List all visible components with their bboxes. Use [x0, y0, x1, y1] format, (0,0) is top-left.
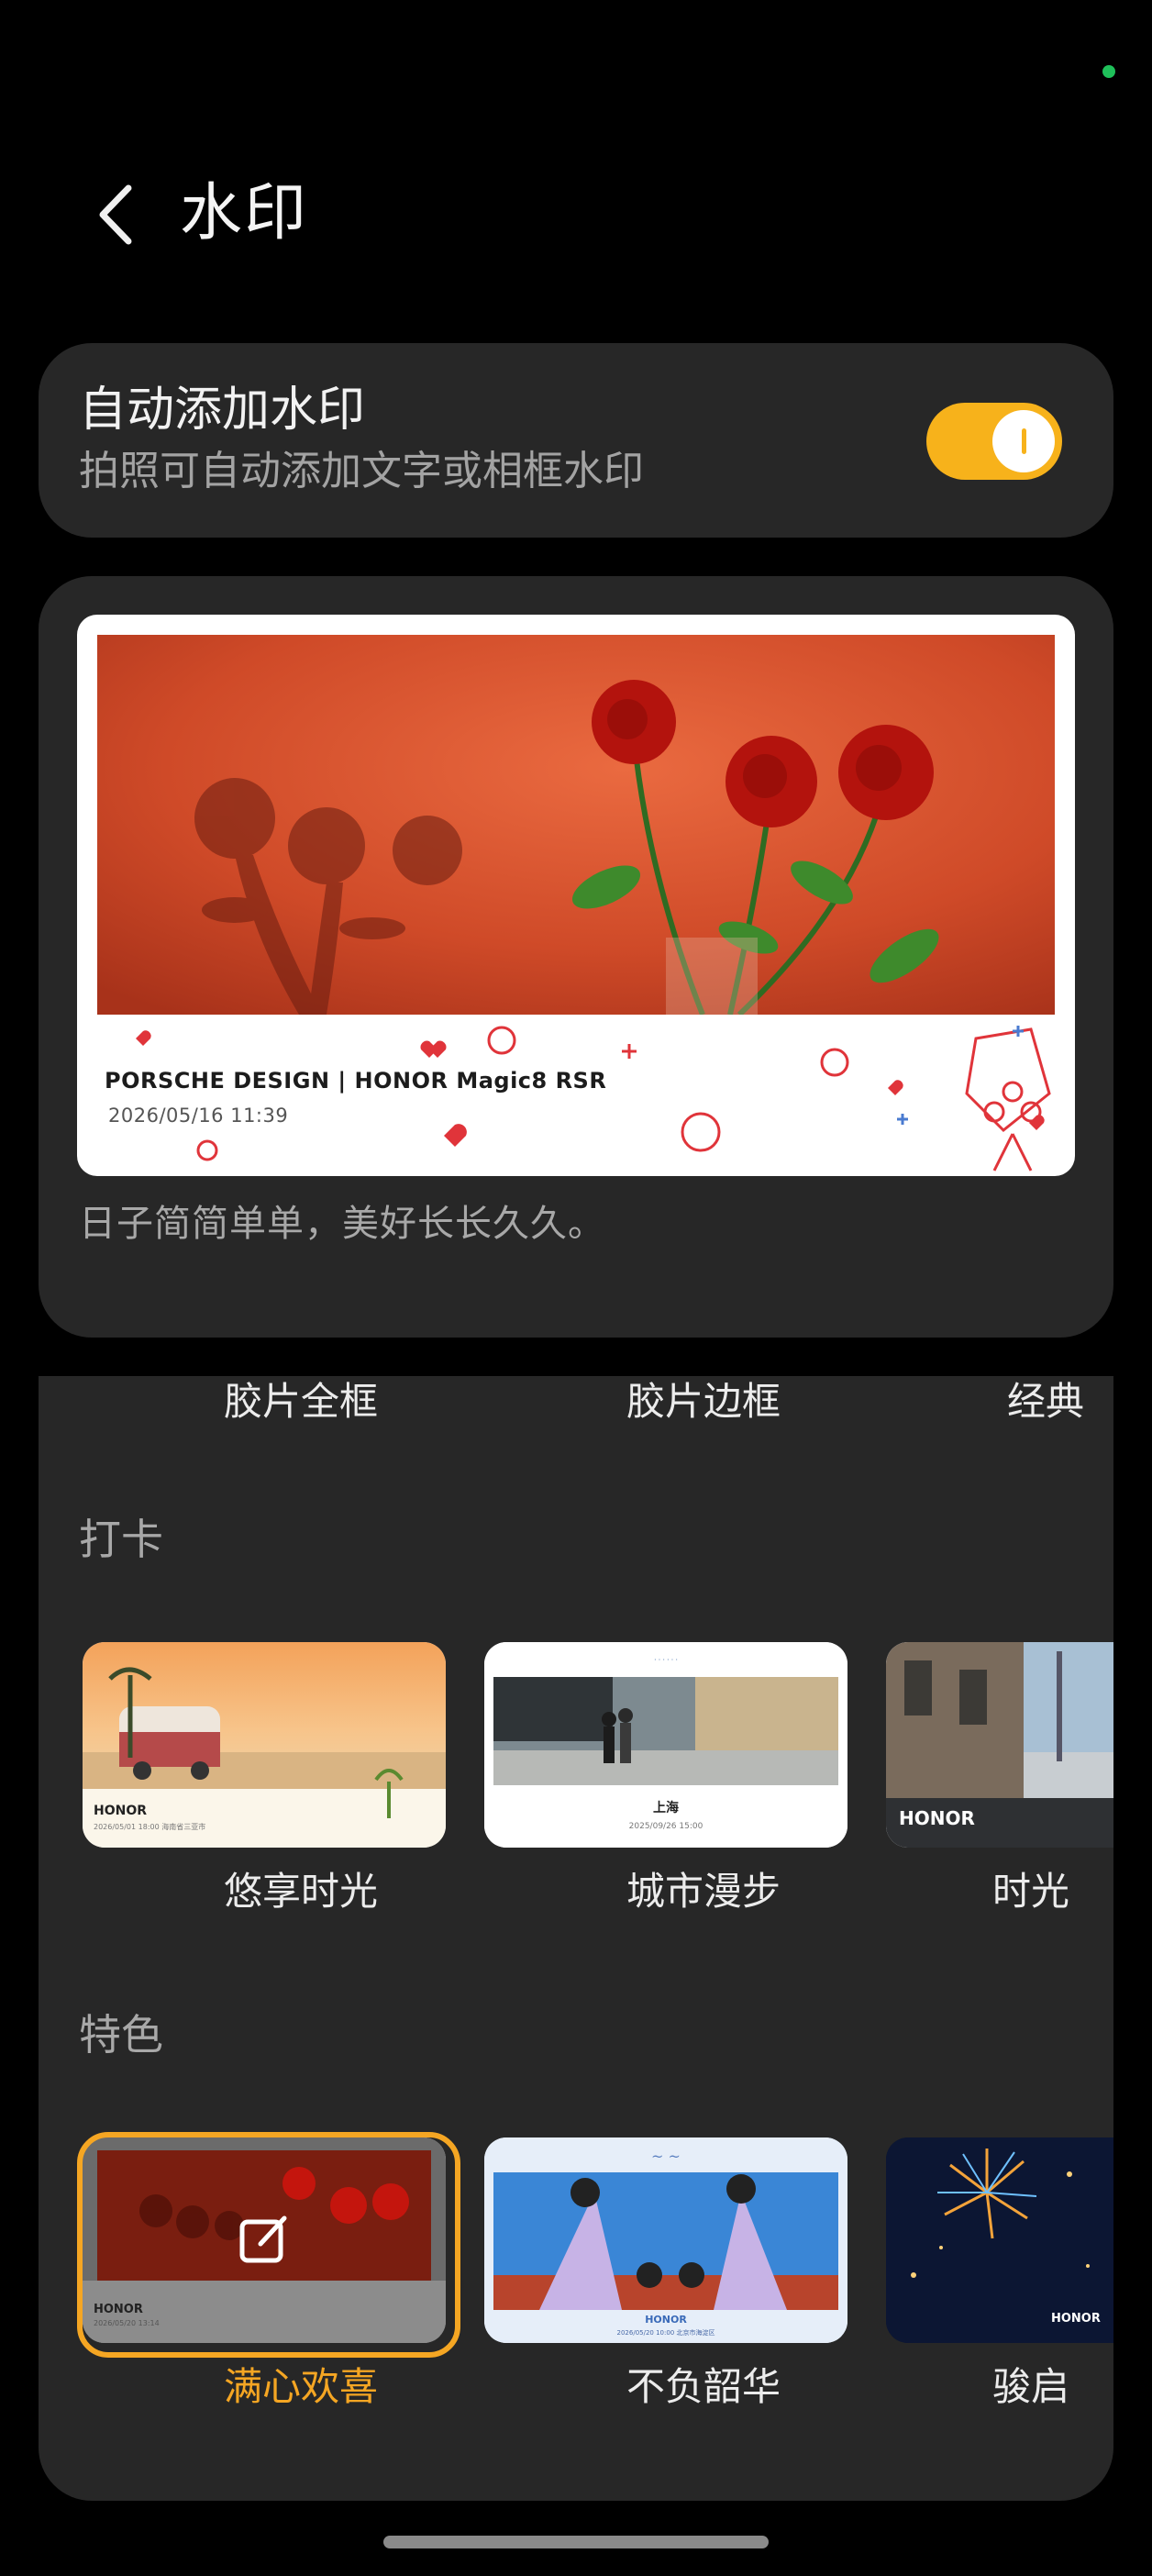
section-title-featured: 特色: [79, 2010, 163, 2060]
style-label-film-full-frame[interactable]: 胶片全框: [117, 1376, 484, 1427]
thumb-brand: HONOR: [1051, 2312, 1101, 2326]
city-photo: · · · · · ·: [484, 1642, 847, 1848]
style-label-leisure-time[interactable]: 悠享时光: [117, 1866, 484, 1917]
back-button[interactable]: [84, 176, 145, 253]
style-label-classic[interactable]: 经典: [846, 1376, 1084, 1427]
thumb-meta: 2026/05/20 13:14: [94, 2319, 160, 2327]
watermark-doodles: [136, 1026, 1051, 1171]
chevron-left-icon: [99, 184, 132, 245]
home-indicator[interactable]: [383, 2536, 769, 2548]
thumb-brand: 上海: [653, 1801, 679, 1815]
section-title-checkin: 打卡: [79, 1515, 163, 1564]
style-label-time[interactable]: 时光: [846, 1866, 1113, 1917]
style-thumb-time[interactable]: HONOR: [886, 1642, 1113, 1848]
preview-brand-line: PORSCHE DESIGN | HONOR Magic8 RSR: [105, 1068, 607, 1094]
style-thumb-joyful[interactable]: HONOR 2026/05/20 13:14: [83, 2137, 446, 2343]
thumb-meta: 2026/05/01 18:00 海南省三亚市: [94, 1823, 206, 1831]
style-label-joyful[interactable]: 满心欢喜: [117, 2361, 484, 2413]
style-thumb-city-walk[interactable]: · · · · · · 上海 2025/09/26 15:00: [484, 1642, 847, 1848]
auto-watermark-subtitle: 拍照可自动添加文字或相框水印: [79, 448, 644, 494]
watermark-style-list[interactable]: 胶片全框 胶片边框 经典 打卡 HONOR 2026/05/01 18:00 海…: [39, 1376, 1113, 2501]
thumb-brand: HONOR: [645, 2314, 687, 2326]
style-thumb-leisure-time[interactable]: HONOR 2026/05/01 18:00 海南省三亚市: [83, 1642, 446, 1848]
auto-watermark-title: 自动添加水印: [79, 383, 366, 438]
thumb-meta: 2025/09/26 15:00: [628, 1822, 703, 1831]
edit-icon[interactable]: [237, 2213, 292, 2268]
thumb-brand: HONOR: [94, 2303, 143, 2316]
style-label-start[interactable]: 骏启: [846, 2361, 1113, 2413]
svg-text:~ ~: ~ ~: [651, 2148, 681, 2165]
thumb-meta: 2026/05/20 10:00 北京市海淀区: [616, 2329, 715, 2337]
thumb-brand: HONOR: [899, 1807, 975, 1829]
status-indicator-dot: [1102, 65, 1115, 78]
youth-photo: ~ ~: [484, 2137, 847, 2343]
style-label-youth[interactable]: 不负韶华: [520, 2361, 887, 2413]
thumb-brand: HONOR: [94, 1804, 148, 1818]
style-thumb-start[interactable]: HONOR: [886, 2137, 1113, 2343]
style-label-film-border[interactable]: 胶片边框: [520, 1376, 887, 1427]
style-thumb-youth[interactable]: ~ ~ HONOR 2026/05/20 10:00 北京市海淀区: [484, 2137, 847, 2343]
preview-datetime: 2026/05/16 11:39: [108, 1105, 289, 1127]
style-label-city-walk[interactable]: 城市漫步: [520, 1866, 887, 1917]
preview-caption: 日子简简单单，美好长长久久。: [79, 1203, 605, 1245]
svg-text:· · · · · ·: · · · · · ·: [654, 1656, 678, 1664]
auto-watermark-toggle[interactable]: [926, 403, 1062, 480]
rose-photo: [97, 635, 1055, 1015]
page-title: 水印: [180, 177, 309, 250]
toggle-knob: [992, 410, 1055, 472]
